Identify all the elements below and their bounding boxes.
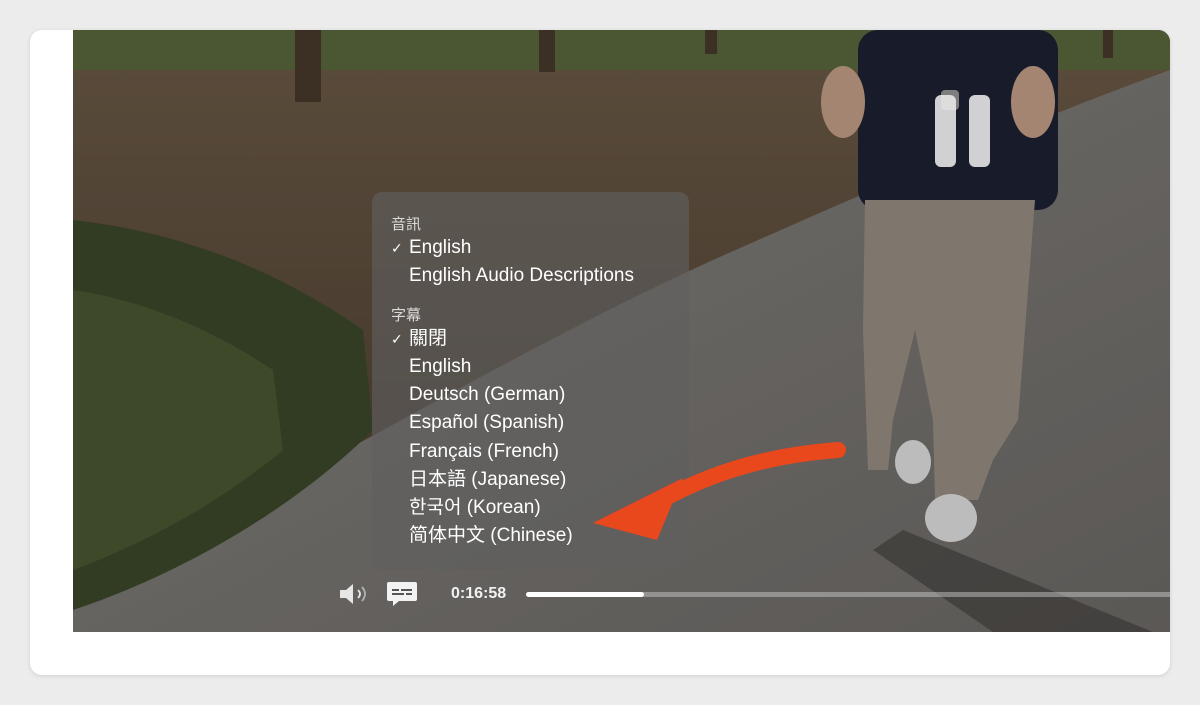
video-player[interactable]: 音訊 ✓ English English Audio Descriptions …	[73, 30, 1170, 632]
menu-item-label: 關閉	[409, 328, 448, 349]
menu-item-label: English	[409, 356, 472, 377]
menu-item-label: 日本語 (Japanese)	[409, 469, 567, 490]
subtitle-option-korean[interactable]: 한국어 (Korean)	[372, 494, 689, 521]
subtitle-option-english[interactable]: English	[372, 353, 689, 380]
playback-controls: 0:16:58	[73, 578, 1170, 610]
audio-option-english[interactable]: ✓ English	[372, 234, 689, 261]
menu-item-label: 简体中文 (Chinese)	[409, 525, 573, 546]
subtitle-option-french[interactable]: Français (French)	[372, 438, 689, 465]
menu-item-label: English Audio Descriptions	[409, 265, 634, 286]
audio-option-english-audio-descriptions[interactable]: English Audio Descriptions	[372, 262, 689, 289]
pause-icon-right	[969, 95, 990, 167]
content-card: 音訊 ✓ English English Audio Descriptions …	[30, 30, 1170, 675]
speaker-volume-icon[interactable]	[338, 581, 370, 607]
menu-item-label: 한국어 (Korean)	[409, 497, 541, 518]
subtitle-option-off[interactable]: ✓ 關閉	[372, 325, 689, 352]
menu-item-label: Deutsch (German)	[409, 384, 566, 405]
audio-subtitle-menu: 音訊 ✓ English English Audio Descriptions …	[372, 192, 689, 570]
subtitles-section-header: 字幕	[391, 307, 422, 324]
menu-item-label: Français (French)	[409, 441, 559, 462]
current-time: 0:16:58	[451, 585, 507, 602]
checkmark-icon: ✓	[391, 331, 403, 347]
pause-icon	[935, 95, 956, 167]
menu-item-label: Español (Spanish)	[409, 412, 565, 433]
audio-section-header: 音訊	[391, 216, 422, 233]
menu-item-label: English	[409, 237, 472, 258]
pause-button[interactable]	[933, 95, 993, 167]
progress-fill	[526, 592, 645, 597]
subtitle-option-spanish[interactable]: Español (Spanish)	[372, 409, 689, 436]
progress-scrubber[interactable]	[526, 592, 1170, 597]
subtitles-icon[interactable]	[386, 580, 418, 608]
checkmark-icon: ✓	[391, 240, 403, 256]
subtitle-option-japanese[interactable]: 日本語 (Japanese)	[372, 466, 689, 493]
subtitle-option-german[interactable]: Deutsch (German)	[372, 381, 689, 408]
subtitle-option-chinese[interactable]: 简体中文 (Chinese)	[372, 522, 689, 549]
